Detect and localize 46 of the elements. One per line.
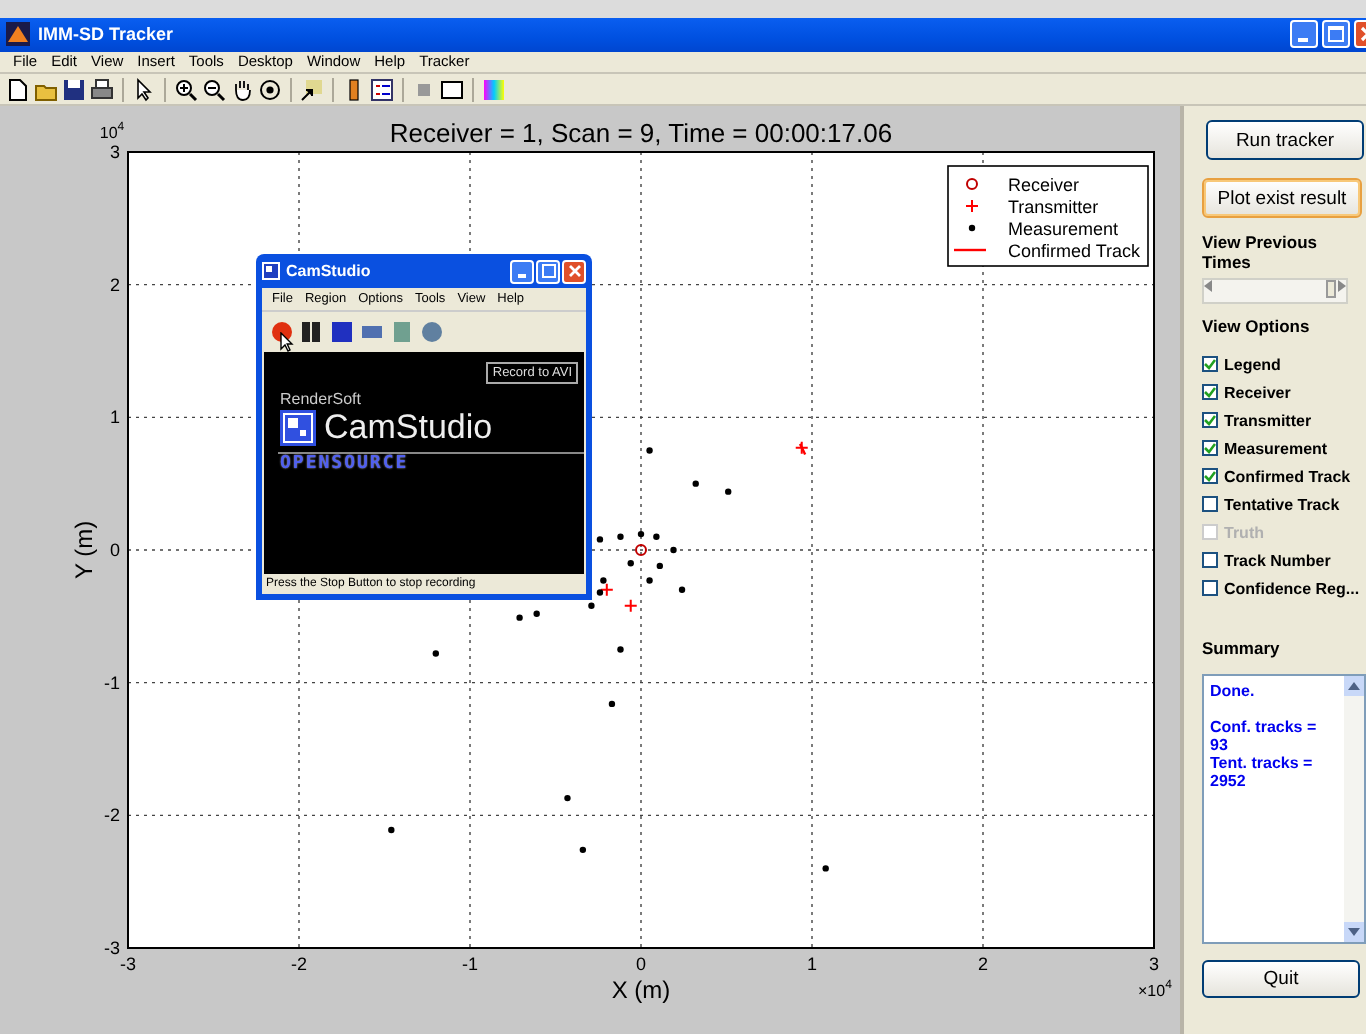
tick-label: -2 — [103, 805, 120, 826]
summary-text: Tent. tracks = 2952 — [1210, 754, 1315, 791]
tick-label: 0 — [636, 954, 646, 975]
legend-label: Confirmed Track — [1008, 241, 1141, 262]
checkbox-label: Transmitter — [1224, 411, 1312, 430]
quit-button[interactable]: Quit — [1202, 960, 1360, 999]
tick-label: 3 — [1149, 954, 1159, 975]
vendor-name: RenderSoft — [280, 390, 363, 409]
legend-label: Transmitter — [1008, 197, 1099, 218]
tick-label: -3 — [103, 938, 120, 959]
tick-label: -2 — [291, 954, 307, 975]
axis-multiplier: ×10$^{4}$ — [1138, 980, 1172, 1001]
tick-label: 1 — [109, 407, 120, 428]
summary-text: Done. — [1210, 682, 1257, 701]
tick-label: 2 — [978, 954, 988, 975]
checkbox-label: Tentative Track — [1224, 495, 1340, 514]
axis-multiplier: 10$^{4}$ — [99, 122, 125, 143]
legend-label: Receiver — [1008, 175, 1080, 196]
section-label: Summary — [1202, 638, 1282, 659]
axis-label: Y (m) — [70, 520, 98, 580]
section-label: View Previous Times — [1202, 232, 1319, 273]
tick-label: -3 — [120, 954, 136, 975]
checkbox-label: Receiver — [1224, 383, 1291, 402]
checkbox-label: Confirmed Track — [1224, 467, 1351, 486]
tick-label: 0 — [109, 540, 120, 561]
product-name: CamStudio — [324, 408, 493, 449]
checkbox-label: Track Number — [1224, 551, 1331, 570]
tick-label: -1 — [462, 954, 478, 975]
chart-title: Receiver = 1, Scan = 9, Time = 00:00:17.06 — [389, 118, 893, 149]
checkbox-label: Truth — [1224, 523, 1264, 542]
tick-label: -1 — [103, 672, 120, 693]
section-label: View Options — [1202, 316, 1312, 337]
legend-label: Measurement — [1008, 219, 1119, 240]
window-title: IMM-SD Tracker — [38, 24, 176, 45]
axis-label: X (m) — [611, 976, 671, 1005]
run-tracker-button[interactable]: Run tracker — [1206, 120, 1364, 161]
tick-label: 1 — [807, 954, 817, 975]
tick-label: 2 — [109, 274, 120, 295]
checkbox-label: Measurement — [1224, 439, 1328, 458]
checkbox-label: Confidence Reg... — [1224, 579, 1360, 598]
plot-result-button[interactable]: Plot exist result — [1202, 178, 1362, 219]
tick-label: 3 — [109, 142, 120, 163]
tagline: OPENSOURCE — [280, 454, 411, 475]
summary-text: Conf. tracks = 93 — [1210, 718, 1319, 755]
window-title: CamStudio — [286, 262, 373, 281]
checkbox-label: Legend — [1224, 355, 1281, 374]
